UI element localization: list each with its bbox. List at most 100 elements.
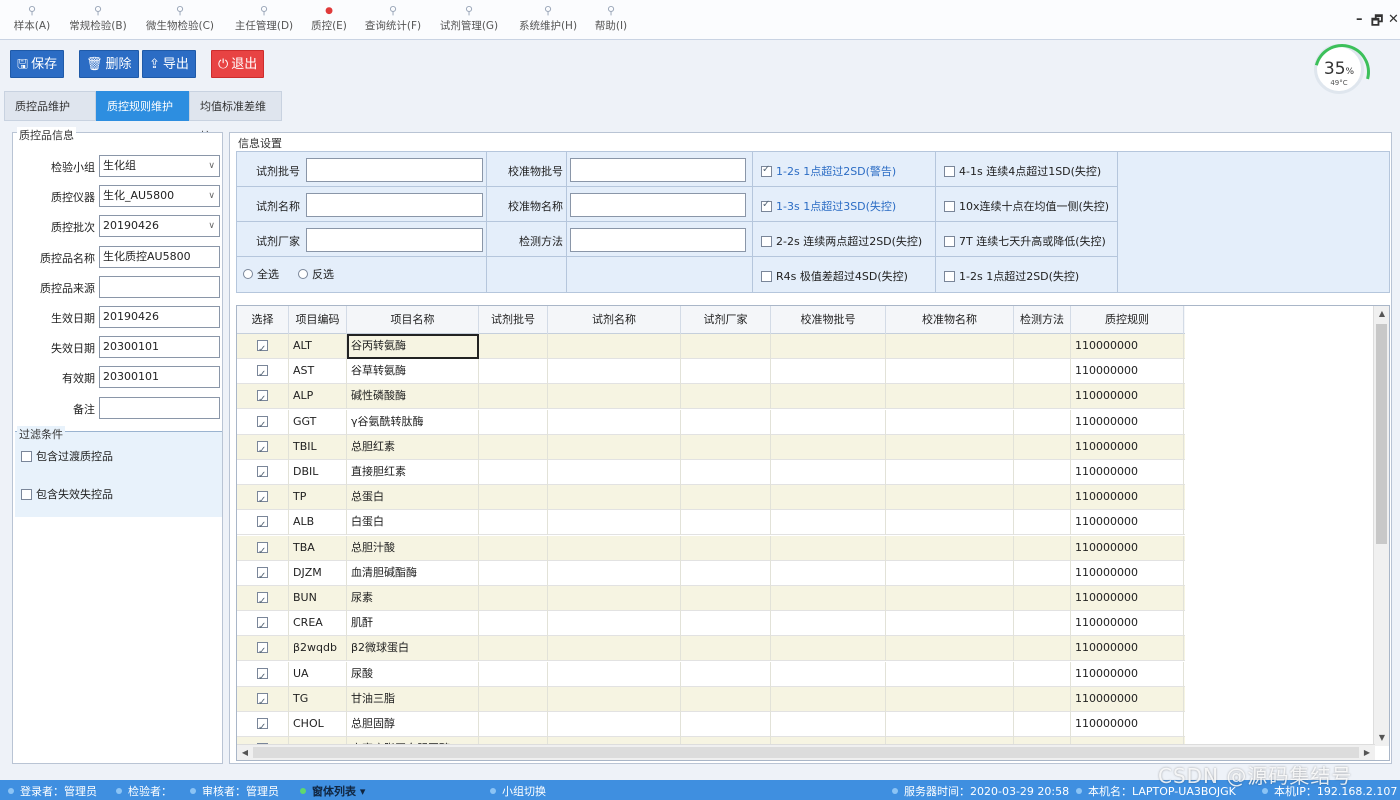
grid-cell[interactable]: [771, 359, 886, 385]
grid-cell[interactable]: [886, 460, 1014, 485]
cell-item-name[interactable]: 尿素: [347, 586, 479, 611]
column-header[interactable]: 试剂厂家: [681, 306, 771, 334]
grid-cell[interactable]: [479, 535, 548, 561]
save-button[interactable]: 🖫 保存: [10, 50, 65, 78]
grid-cell[interactable]: [548, 460, 681, 485]
menu-item-5[interactable]: ⚲ 查询统计(F): [363, 4, 423, 33]
include-invalid-checkbox[interactable]: 包含失效失控品: [21, 486, 113, 502]
grid-cell[interactable]: [548, 636, 681, 662]
field-dropdown[interactable]: 生化_AU5800 ∨: [99, 185, 220, 208]
rule-checkbox-1[interactable]: 1-3s 1点超过3SD(失控): [761, 198, 896, 214]
cell-qc-rule[interactable]: 110000000: [1071, 712, 1184, 737]
grid-cell[interactable]: [886, 434, 1014, 460]
vertical-scroll-thumb[interactable]: [1376, 324, 1387, 544]
row-select-checkbox[interactable]: [237, 611, 289, 637]
cell-item-name[interactable]: 总蛋白: [347, 485, 479, 511]
field-input[interactable]: 20300101: [99, 336, 220, 359]
grid-cell[interactable]: [771, 636, 886, 662]
grid-cell[interactable]: [886, 359, 1014, 385]
cell-item-code[interactable]: AST: [289, 359, 347, 385]
row-select-checkbox[interactable]: [237, 661, 289, 687]
table-row[interactable]: ALP碱性磷酸酶 110000000: [237, 384, 1185, 410]
rule-checkbox-7[interactable]: 1-2s 1点超过2SD(失控): [944, 268, 1079, 284]
grid-cell[interactable]: [681, 586, 771, 611]
cell-qc-rule[interactable]: 110000000: [1071, 334, 1184, 359]
table-row[interactable]: UA尿酸 110000000: [237, 661, 1185, 687]
cell-item-name[interactable]: γ谷氨酰转肽酶: [347, 409, 479, 435]
cell-item-name[interactable]: 甘油三脂: [347, 686, 479, 712]
cell-qc-rule[interactable]: 110000000: [1071, 359, 1184, 385]
cell-qc-rule[interactable]: 110000000: [1071, 611, 1184, 637]
row-select-checkbox[interactable]: [237, 535, 289, 561]
grid-cell[interactable]: [771, 535, 886, 561]
field-dropdown[interactable]: 20190426 ∨: [99, 215, 220, 238]
grid-cell[interactable]: [548, 334, 681, 359]
menu-item-8[interactable]: ⚲ 帮助(I): [592, 4, 630, 33]
horizontal-scrollbar[interactable]: ◀ ▶: [237, 744, 1375, 760]
menu-item-7[interactable]: ⚲ 系统维护(H): [515, 4, 581, 33]
grid-cell[interactable]: [681, 636, 771, 662]
row-select-checkbox[interactable]: [237, 334, 289, 359]
table-row[interactable]: GGTγ谷氨酰转肽酶 110000000: [237, 409, 1185, 435]
field-input[interactable]: [99, 396, 220, 419]
row-select-checkbox[interactable]: [237, 560, 289, 586]
cell-qc-rule[interactable]: 110000000: [1071, 434, 1184, 460]
grid-cell[interactable]: [771, 460, 886, 485]
chevron-down-icon[interactable]: ∨: [208, 216, 215, 236]
cell-item-code[interactable]: TG: [289, 686, 347, 712]
rule-checkbox-4[interactable]: 4-1s 连续4点超过1SD(失控): [944, 163, 1101, 179]
column-header[interactable]: 校准物名称: [886, 306, 1014, 334]
grid-cell[interactable]: [1014, 636, 1071, 662]
field-dropdown[interactable]: 生化组 ∨: [99, 155, 220, 177]
restore-icon[interactable]: 🗗: [1371, 12, 1383, 34]
grid-cell[interactable]: [479, 611, 548, 637]
field-input[interactable]: 20190426: [99, 306, 220, 328]
cell-item-name[interactable]: 碱性磷酸酶: [347, 384, 479, 410]
table-row[interactable]: TG甘油三脂 110000000: [237, 686, 1185, 712]
tab-2[interactable]: 均值标准差维护: [189, 91, 282, 143]
grid-cell[interactable]: [886, 661, 1014, 687]
grid-cell[interactable]: [886, 384, 1014, 410]
grid-cell[interactable]: [548, 560, 681, 586]
grid-cell[interactable]: [479, 636, 548, 662]
table-row[interactable]: TBA总胆汁酸 110000000: [237, 535, 1185, 561]
grid-cell[interactable]: [681, 686, 771, 712]
rule-checkbox-0[interactable]: 1-2s 1点超过2SD(警告): [761, 163, 896, 179]
chevron-down-icon[interactable]: ∨: [208, 156, 215, 176]
row-select-checkbox[interactable]: [237, 359, 289, 385]
rule-checkbox-6[interactable]: 7T 连续七天升高或降低(失控): [944, 233, 1106, 249]
grid-cell[interactable]: [548, 661, 681, 687]
grid-cell[interactable]: [479, 686, 548, 712]
grid-cell[interactable]: [771, 510, 886, 536]
menu-item-2[interactable]: ⚲ 微生物检验(C): [142, 4, 218, 33]
grid-cell[interactable]: [681, 535, 771, 561]
column-header[interactable]: 检测方法: [1014, 306, 1071, 334]
cell-qc-rule[interactable]: 110000000: [1071, 485, 1184, 511]
grid-cell[interactable]: [886, 560, 1014, 586]
grid-cell[interactable]: [771, 334, 886, 359]
row-select-checkbox[interactable]: [237, 686, 289, 712]
menu-item-4[interactable]: ● 质控(E): [309, 4, 349, 33]
scroll-up-icon[interactable]: ▲: [1374, 306, 1389, 322]
scroll-left-icon[interactable]: ◀: [237, 745, 253, 760]
cell-qc-rule[interactable]: 110000000: [1071, 686, 1184, 712]
grid-cell[interactable]: [1014, 460, 1071, 485]
menu-item-3[interactable]: ⚲ 主任管理(D): [232, 4, 296, 33]
rule-checkbox-3[interactable]: R4s 极值差超过4SD(失控): [761, 268, 908, 284]
grid-cell[interactable]: [681, 384, 771, 410]
grid-cell[interactable]: [681, 510, 771, 536]
cell-item-code[interactable]: β2wqdb: [289, 636, 347, 662]
minimize-icon[interactable]: –: [1356, 12, 1363, 27]
cell-item-code[interactable]: TBIL: [289, 434, 347, 460]
column-header[interactable]: 试剂批号: [479, 306, 548, 334]
grid-cell[interactable]: [548, 586, 681, 611]
grid-cell[interactable]: [1014, 359, 1071, 385]
row-select-checkbox[interactable]: [237, 460, 289, 485]
cell-qc-rule[interactable]: 110000000: [1071, 384, 1184, 410]
grid-cell[interactable]: [1014, 384, 1071, 410]
cell-item-name[interactable]: 血清胆碱酯酶: [347, 560, 479, 586]
cell-item-name[interactable]: β2微球蛋白: [347, 636, 479, 662]
delete-button[interactable]: 🗑 删除: [79, 50, 139, 78]
grid-cell[interactable]: [548, 686, 681, 712]
grid-cell[interactable]: [771, 384, 886, 410]
